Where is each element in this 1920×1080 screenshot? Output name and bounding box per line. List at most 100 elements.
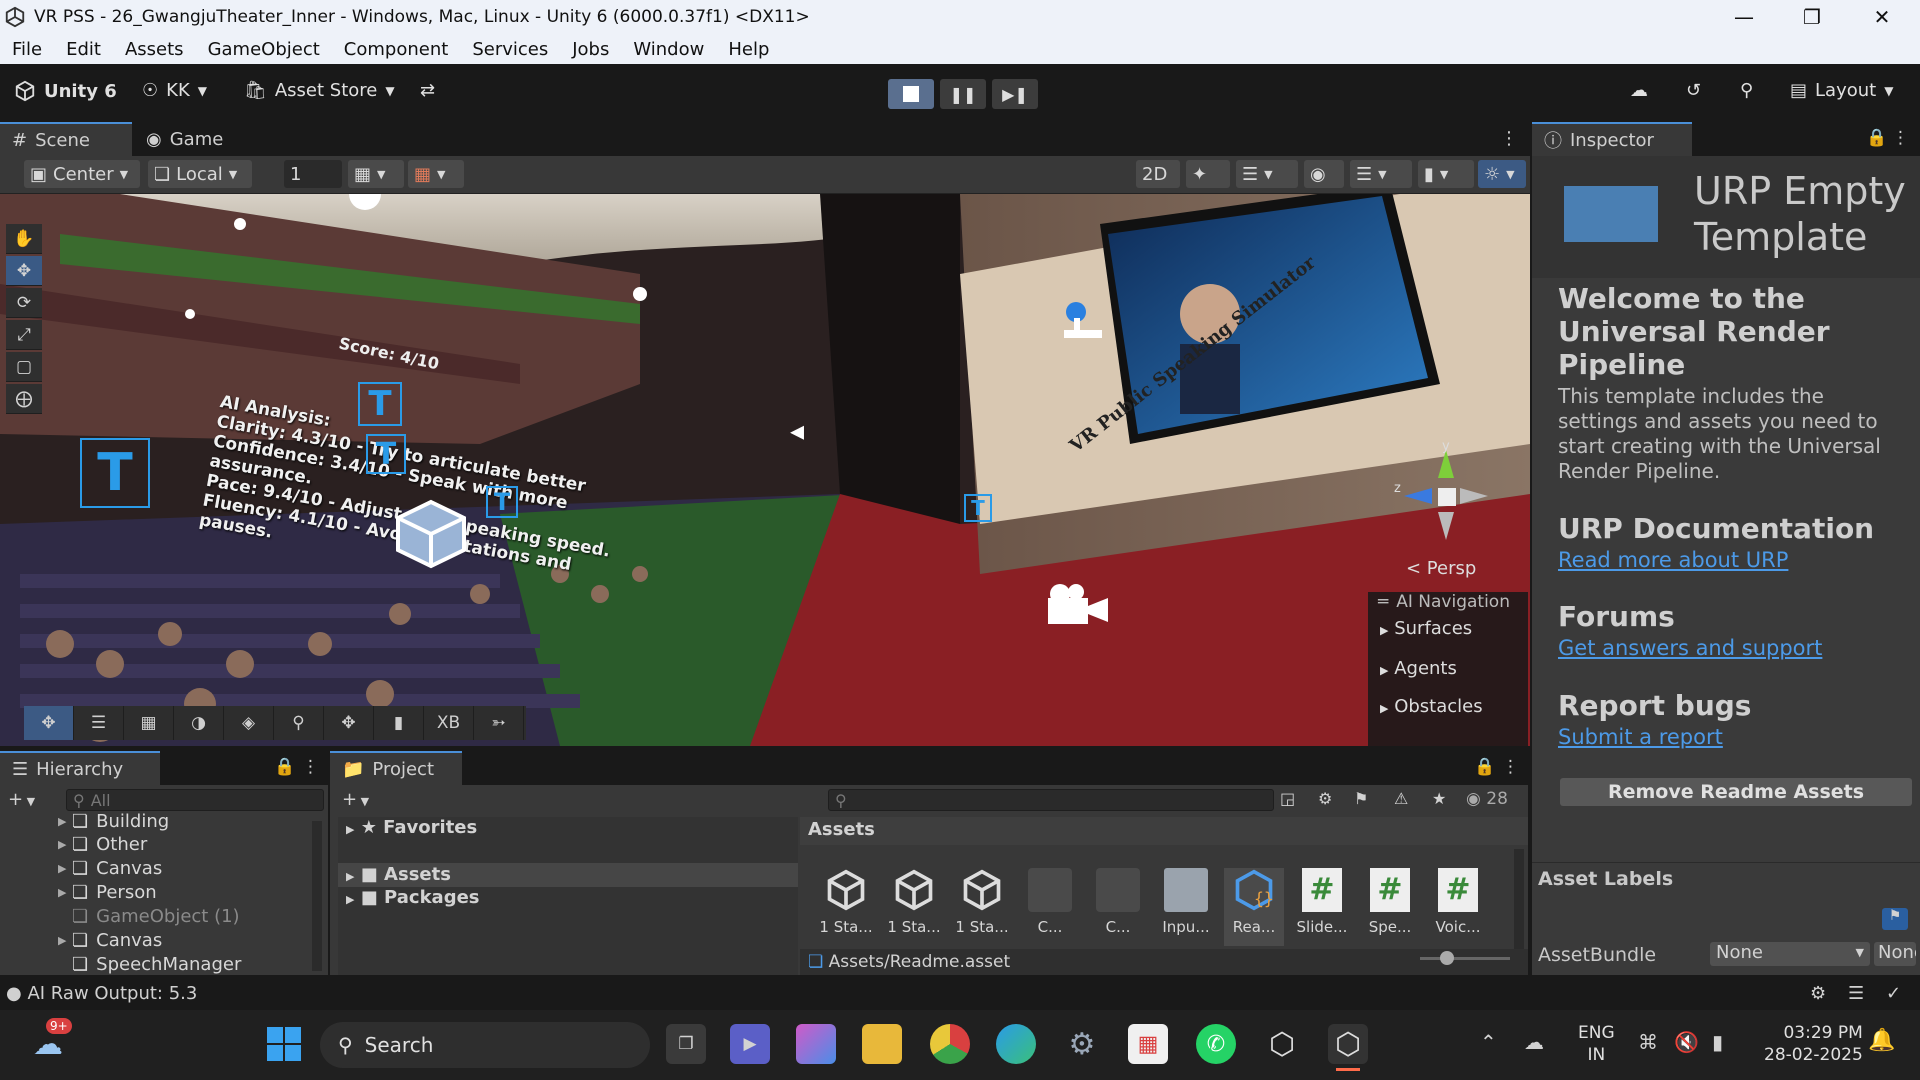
- close-window-button[interactable]: ✕: [1852, 0, 1912, 34]
- tree-item[interactable]: ▶ ❏ Person: [58, 880, 157, 904]
- asset-item[interactable]: # Spe...: [1360, 868, 1420, 936]
- unity-editor-icon[interactable]: ⬡: [1328, 1024, 1368, 1064]
- asset-item[interactable]: Inpu...: [1156, 868, 1216, 936]
- asset-store-dropdown[interactable]: 🛍 Asset Store ▼: [244, 80, 395, 101]
- camera-gizmo-icon[interactable]: [1044, 578, 1114, 638]
- text-gizmo-icon[interactable]: T: [366, 434, 406, 474]
- edge-icon[interactable]: [996, 1024, 1036, 1064]
- mute-icon[interactable]: 🔇: [1674, 1030, 1699, 1054]
- menu-assets[interactable]: Assets: [113, 39, 196, 60]
- search-overlay-button[interactable]: ⚲: [274, 706, 324, 740]
- search-button[interactable]: ⚲: [1740, 80, 1753, 101]
- version-control-button[interactable]: ⇄: [420, 80, 435, 101]
- tree-item[interactable]: ▶ ❏ Building: [58, 809, 169, 833]
- lighting-toggle[interactable]: ✦: [1186, 160, 1230, 188]
- weather-widget[interactable]: ☁ 9+: [28, 1018, 72, 1064]
- asset-item[interactable]: 1 Sta...: [952, 868, 1012, 936]
- tree-item[interactable]: ❏ SpeechManager: [72, 952, 241, 976]
- tray-overflow-icon[interactable]: ⌃: [1480, 1030, 1497, 1054]
- compass-overlay-button[interactable]: ➳: [474, 706, 524, 740]
- hierarchy-scrollbar[interactable]: [312, 821, 322, 971]
- settings-icon[interactable]: ⚙: [1062, 1024, 1102, 1064]
- debug-icon[interactable]: ⚙: [1810, 983, 1826, 1004]
- restore-button[interactable]: ❐: [1782, 0, 1842, 34]
- check-icon[interactable]: ✓: [1886, 983, 1901, 1004]
- pause-button[interactable]: ❚❚: [940, 79, 986, 109]
- shading-overlay-button[interactable]: ◑: [174, 706, 224, 740]
- cloud-button[interactable]: ☁: [1630, 80, 1648, 101]
- ai-nav-agents[interactable]: ▶ Agents: [1380, 658, 1457, 679]
- layers-overlay-button[interactable]: ◈: [224, 706, 274, 740]
- tree-item[interactable]: ▶ ❏ Canvas: [58, 928, 162, 952]
- doc-link[interactable]: Read more about URP: [1558, 548, 1788, 572]
- text-gizmo-icon[interactable]: T: [80, 438, 150, 508]
- create-asset-button[interactable]: + ▼: [342, 789, 369, 810]
- scene-viewport[interactable]: AI Analysis: Clarity: 4.3/10 - Try to ar…: [0, 194, 1530, 746]
- drag-handle-icon[interactable]: ═: [1378, 592, 1388, 612]
- step-button[interactable]: ▶❚: [992, 79, 1038, 109]
- zoom-slider-handle[interactable]: [1440, 951, 1454, 965]
- more-menu-icon[interactable]: ⋮: [302, 757, 319, 777]
- lock-icon[interactable]: 🔒: [1474, 757, 1495, 777]
- 2d-toggle[interactable]: 2D: [1136, 160, 1180, 188]
- history-button[interactable]: ↺: [1686, 80, 1701, 101]
- store-icon[interactable]: ▦: [1128, 1024, 1168, 1064]
- transform-tool[interactable]: ⨁: [6, 384, 42, 414]
- asset-item[interactable]: C...: [1088, 868, 1148, 936]
- rect-tool[interactable]: ▢: [6, 352, 42, 382]
- asset-variant-dropdown[interactable]: None: [1874, 942, 1916, 966]
- visibility-toggle[interactable]: ◉: [1304, 160, 1344, 188]
- star-icon[interactable]: ★: [1432, 789, 1446, 808]
- chrome-icon[interactable]: [930, 1024, 970, 1064]
- navigation-overlay-button[interactable]: ✥: [324, 706, 374, 740]
- menu-file[interactable]: File: [0, 39, 54, 60]
- asset-item[interactable]: # Voic...: [1428, 868, 1488, 936]
- ai-nav-obstacles[interactable]: ▶ Obstacles: [1380, 696, 1483, 717]
- menu-help[interactable]: Help: [716, 39, 781, 60]
- layers-icon[interactable]: ☰: [1848, 983, 1864, 1004]
- asset-item[interactable]: {} Rea...: [1224, 868, 1284, 946]
- asset-item[interactable]: # Slide...: [1292, 868, 1352, 936]
- space-dropdown[interactable]: ❏ Local ▼: [148, 160, 252, 188]
- whatsapp-icon[interactable]: ✆: [1196, 1024, 1236, 1064]
- lock-icon[interactable]: 🔒: [1866, 128, 1887, 148]
- file-explorer-icon[interactable]: [862, 1024, 902, 1064]
- asset-item[interactable]: 1 Sta...: [884, 868, 944, 936]
- notification-bell-icon[interactable]: 🔔: [1868, 1028, 1895, 1053]
- hand-tool[interactable]: ✋: [6, 224, 42, 254]
- start-button[interactable]: [264, 1024, 304, 1064]
- clock[interactable]: 03:29 PM 28-02-2025: [1764, 1022, 1863, 1066]
- folder-item-packages[interactable]: ▶ ■ Packages: [346, 887, 480, 908]
- asset-bundle-dropdown[interactable]: None ▼: [1710, 942, 1870, 966]
- unity-hub-icon[interactable]: ⬡: [1262, 1024, 1302, 1064]
- menu-component[interactable]: Component: [332, 39, 461, 60]
- persp-label[interactable]: < Persp: [1406, 558, 1476, 579]
- forums-link[interactable]: Get answers and support: [1558, 636, 1822, 660]
- add-object-button[interactable]: + ▼: [8, 789, 35, 810]
- remove-readme-button[interactable]: Remove Readme Assets: [1560, 778, 1912, 806]
- camera-dropdown[interactable]: ▮ ▼: [1418, 160, 1474, 188]
- favorites-item[interactable]: ▶ ★ Favorites: [346, 817, 477, 838]
- folder-item-assets[interactable]: ▶ ■ Assets: [338, 863, 798, 887]
- battery-icon[interactable]: ▮: [1712, 1030, 1723, 1054]
- align-overlay-button[interactable]: ☰: [74, 706, 124, 740]
- teams-icon[interactable]: ▶: [730, 1024, 770, 1064]
- lock-icon[interactable]: 🔒: [274, 757, 295, 777]
- menu-gameobject[interactable]: GameObject: [196, 39, 332, 60]
- grid-snap-input[interactable]: 1: [284, 160, 342, 188]
- tree-item[interactable]: ❏ GameObject (1): [72, 904, 240, 928]
- taskbar-search[interactable]: ⚲ Search: [320, 1022, 650, 1068]
- account-dropdown[interactable]: ☉ KK ▼: [142, 80, 207, 101]
- assets-breadcrumb[interactable]: Assets: [800, 817, 1528, 845]
- menu-jobs[interactable]: Jobs: [560, 39, 621, 60]
- menu-window[interactable]: Window: [621, 39, 716, 60]
- gizmos-dropdown[interactable]: ☼ ▼: [1478, 160, 1526, 188]
- text-gizmo-icon[interactable]: T: [964, 494, 992, 522]
- search-by-type-icon[interactable]: ◲: [1280, 789, 1295, 808]
- layers-dropdown[interactable]: ☰ ▼: [1350, 160, 1412, 188]
- warning-icon[interactable]: ⚠: [1394, 789, 1408, 808]
- tree-item[interactable]: ▶ ❏ Other: [58, 832, 147, 856]
- move-overlay-button[interactable]: ✥: [24, 706, 74, 740]
- status-message[interactable]: ● AI Raw Output: 5.3: [6, 983, 197, 1004]
- tab-inspector[interactable]: ⓘ Inspector: [1532, 122, 1692, 156]
